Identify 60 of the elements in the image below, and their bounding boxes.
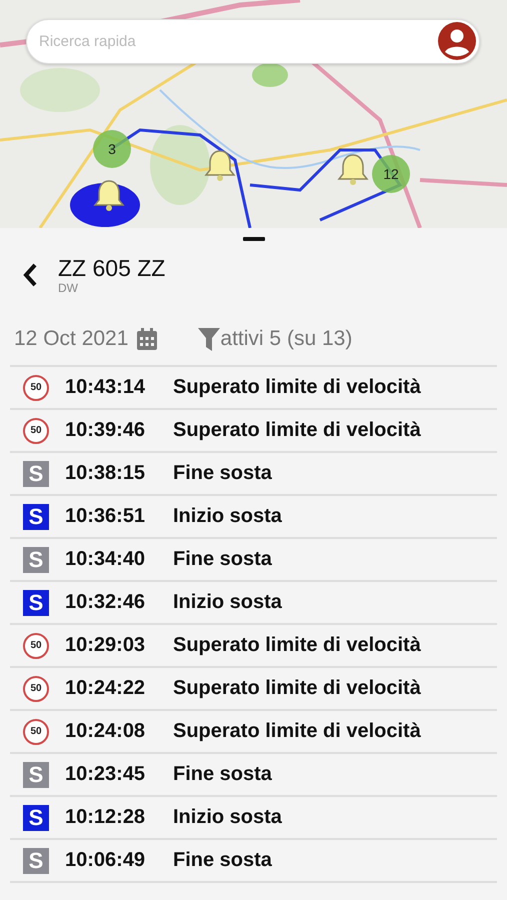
back-icon[interactable] (22, 262, 38, 288)
event-description: Inizio sosta (173, 806, 282, 829)
event-time: 10:38:15 (65, 462, 146, 485)
vehicle-plate: ZZ 605 ZZ (58, 255, 166, 281)
event-time: 10:36:51 (65, 505, 146, 528)
stop-icon: S (23, 546, 49, 572)
event-description: Superato limite di velocità (173, 376, 421, 399)
stop-icon: S (23, 804, 49, 830)
event-row[interactable]: 50 10:29:03 Superato limite di velocità (10, 625, 497, 668)
event-row[interactable]: 50 10:24:08 Superato limite di velocità (10, 711, 497, 754)
event-row[interactable]: S 10:34:40 Fine sosta (10, 539, 497, 582)
event-row[interactable]: S 10:06:49 Fine sosta (10, 840, 497, 883)
event-description: Superato limite di velocità (173, 634, 421, 657)
event-row[interactable]: S 10:38:15 Fine sosta (10, 453, 497, 496)
event-description: Superato limite di velocità (173, 677, 421, 700)
speed-limit-icon: 50 (23, 418, 49, 444)
stop-icon: S (23, 762, 49, 788)
search-field[interactable]: Ricerca rapida (26, 19, 480, 64)
event-description: Superato limite di velocità (173, 419, 421, 442)
event-time: 10:24:22 (65, 677, 146, 700)
event-description: Fine sosta (173, 763, 272, 786)
event-description: Fine sosta (173, 462, 272, 485)
event-description: Fine sosta (173, 548, 272, 571)
event-time: 10:29:03 (65, 634, 146, 657)
event-row[interactable]: S 10:23:45 Fine sosta (10, 754, 497, 797)
calendar-icon[interactable] (136, 327, 158, 351)
event-time: 10:43:14 (65, 376, 146, 399)
event-description: Inizio sosta (173, 591, 282, 614)
event-description: Superato limite di velocità (173, 720, 421, 743)
event-time: 10:12:28 (65, 806, 146, 829)
event-row[interactable]: 50 10:43:14 Superato limite di velocità (10, 367, 497, 410)
event-row[interactable]: 50 10:39:46 Superato limite di velocità (10, 410, 497, 453)
stop-icon: S (23, 504, 49, 530)
bell-icon[interactable] (203, 148, 237, 182)
avatar-icon[interactable] (438, 22, 476, 60)
event-time: 10:39:46 (65, 419, 146, 442)
filter-icon[interactable] (198, 327, 220, 351)
event-row[interactable]: 50 10:24:22 Superato limite di velocità (10, 668, 497, 711)
vehicle-subtitle: DW (58, 281, 79, 295)
event-time: 10:24:08 (65, 720, 146, 743)
stop-icon: S (23, 848, 49, 874)
speed-limit-icon: 50 (23, 676, 49, 702)
event-time: 10:23:45 (65, 763, 146, 786)
event-time: 10:34:40 (65, 548, 146, 571)
event-time: 10:32:46 (65, 591, 146, 614)
stop-icon: S (23, 590, 49, 616)
event-time: 10:06:49 (65, 849, 146, 872)
speed-limit-icon: 50 (23, 374, 49, 400)
event-row[interactable]: S 10:32:46 Inizio sosta (10, 582, 497, 625)
event-description: Fine sosta (173, 849, 272, 872)
event-row[interactable]: S 10:36:51 Inizio sosta (10, 496, 497, 539)
filter-label[interactable]: attivi 5 (su 13) (220, 327, 352, 351)
stop-icon: S (23, 460, 49, 486)
speed-limit-icon: 50 (23, 632, 49, 658)
bell-icon[interactable] (92, 178, 126, 212)
bell-icon[interactable] (336, 152, 370, 186)
speed-limit-icon: 50 (23, 718, 49, 744)
date-label[interactable]: 12 Oct 2021 (14, 327, 128, 351)
event-row[interactable]: S 10:12:28 Inizio sosta (10, 797, 497, 840)
event-description: Inizio sosta (173, 505, 282, 528)
